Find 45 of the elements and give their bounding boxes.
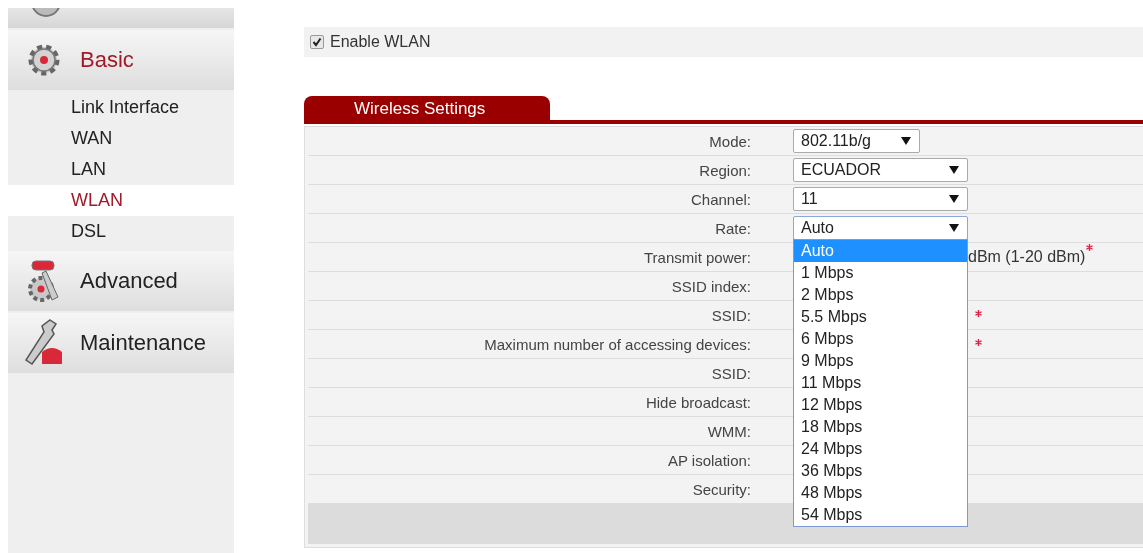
dropdown-field[interactable]: 11 (793, 187, 968, 211)
caret-icon (949, 224, 959, 232)
dropdown-field[interactable]: 802.11b/g (793, 129, 920, 153)
dropdown-option[interactable]: 6 Mbps (794, 328, 967, 350)
menu-header[interactable]: Advanced (8, 251, 234, 311)
dropdown-option[interactable]: 1 Mbps (794, 262, 967, 284)
caret-icon (949, 166, 959, 174)
field-label: SSID index: (671, 277, 751, 295)
field-label: Mode: (709, 132, 751, 150)
wrench-icon (24, 318, 64, 368)
checkbox[interactable] (310, 35, 324, 49)
caret-icon (901, 137, 911, 145)
dropdown-option[interactable]: 54 Mbps (794, 504, 967, 526)
dropdown-option[interactable]: 9 Mbps (794, 350, 967, 372)
dropdown-field[interactable]: Auto (793, 216, 968, 240)
dropdown-option[interactable]: 36 Mbps (794, 460, 967, 482)
dropdown-option[interactable]: 12 Mbps (794, 394, 967, 416)
checkbox-label: Enable WLAN (330, 33, 431, 51)
caret-icon (949, 195, 959, 203)
field-label: Hide broadcast: (645, 393, 751, 411)
dropdown-option[interactable]: 24 Mbps (794, 438, 967, 460)
menu-item[interactable]: Link Interface (8, 92, 234, 123)
field-label: SSID: (711, 364, 751, 382)
field-label: Region: (699, 161, 751, 179)
field-label: Maximum number of accessing devices: (484, 335, 751, 353)
field-label: WMM: (707, 422, 751, 440)
menu-header[interactable]: Basic (8, 30, 234, 90)
dropdown-option[interactable]: 48 Mbps (794, 482, 967, 504)
dropdown-option[interactable]: 2 Mbps (794, 284, 967, 306)
menu-item[interactable]: LAN (8, 154, 234, 185)
dropdown-option[interactable]: 18 Mbps (794, 416, 967, 438)
dropdown-field[interactable]: ECUADOR (793, 158, 968, 182)
menu-header[interactable]: Maintenance (8, 313, 234, 373)
menu-item[interactable]: WAN (8, 123, 234, 154)
field-label: Channel: (690, 190, 751, 208)
dropdown-option[interactable]: 5.5 Mbps (794, 306, 967, 328)
field-label: Rate: (715, 219, 751, 237)
field-label: Security: (692, 480, 751, 498)
field-label: SSID: (711, 306, 751, 324)
dropdown-option[interactable]: 11 Mbps (794, 372, 967, 394)
field-label: AP isolation: (667, 451, 751, 469)
menu-item[interactable]: WLAN (8, 185, 234, 216)
unit-hint: dBm (1-20 dBm) (968, 248, 1086, 266)
field-label: Transmit power: (644, 248, 751, 266)
menu-item[interactable]: DSL (8, 216, 234, 247)
